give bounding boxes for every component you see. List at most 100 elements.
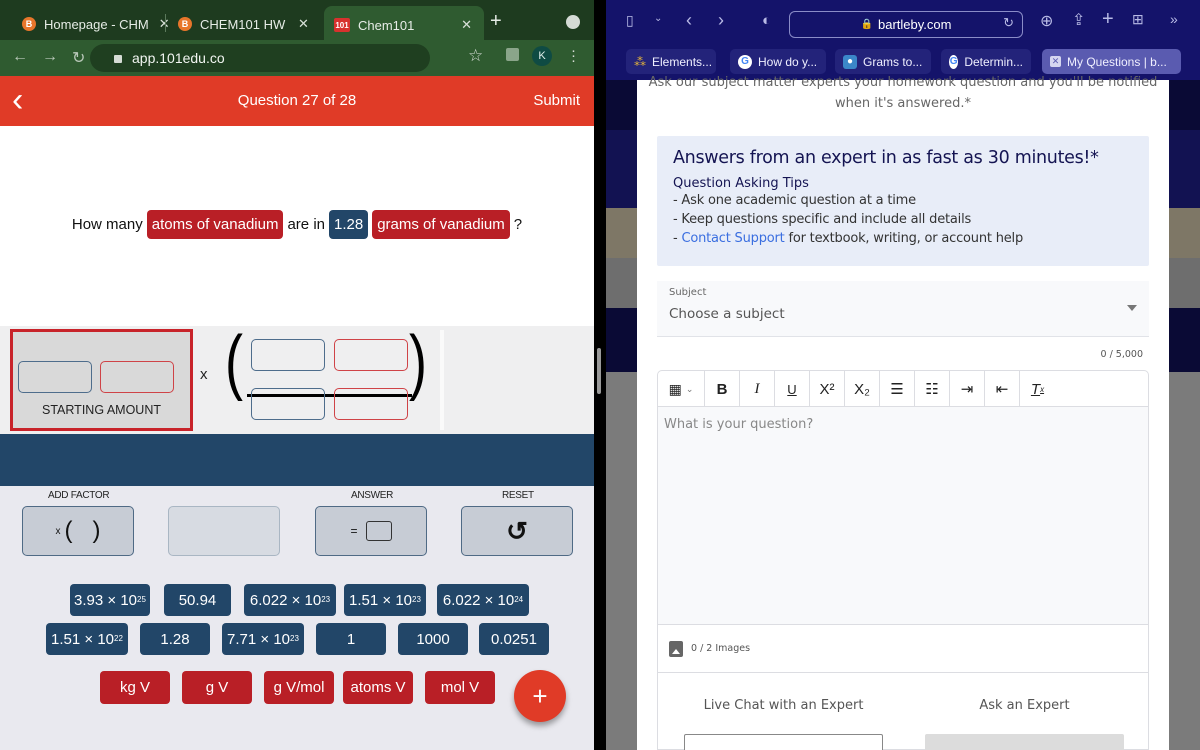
- lock-icon: 🔒: [860, 19, 873, 30]
- reset-button[interactable]: ↺: [461, 506, 573, 556]
- bookmark-grams-to[interactable]: ● Grams to...: [835, 49, 931, 74]
- bookmark-how-do-you[interactable]: G How do y...: [730, 49, 826, 74]
- chem101-favicon-icon: 101: [334, 18, 350, 32]
- bookmark-elements[interactable]: ⁂ Elements...: [626, 49, 716, 74]
- share-icon[interactable]: ⇪: [1072, 10, 1085, 30]
- empty-tool-slot: [168, 506, 280, 556]
- tab-chem101-hw[interactable]: B CHEM101 HW #4 & ✕: [178, 8, 309, 40]
- bookmark-star-icon[interactable]: ☆: [468, 46, 483, 66]
- outdent-icon[interactable]: ⇤: [985, 371, 1020, 407]
- number-token[interactable]: 0.0251: [479, 623, 549, 655]
- starting-value-slot[interactable]: [18, 361, 92, 393]
- starting-amount-box[interactable]: STARTING AMOUNT: [10, 329, 193, 431]
- unit-token[interactable]: g V: [182, 671, 252, 704]
- numerator-value-slot[interactable]: [251, 339, 325, 371]
- tab-overview-icon[interactable]: ⊞: [1132, 11, 1144, 28]
- bold-icon[interactable]: B: [705, 371, 740, 407]
- right-paren-icon: ): [408, 322, 427, 402]
- question-body: How many atoms of vanadium are in 1.28 g…: [0, 126, 594, 326]
- number-token[interactable]: 6.022 × 10 23: [244, 584, 336, 616]
- add-token-button[interactable]: +: [514, 670, 566, 722]
- image-upload-row[interactable]: 0 / 2 Images: [658, 625, 1148, 673]
- tips-box: Answers from an expert in as fast as 30 …: [657, 136, 1149, 266]
- downloads-icon[interactable]: ⊕: [1040, 11, 1053, 31]
- subscript-icon[interactable]: X₂: [845, 371, 880, 407]
- split-view-divider[interactable]: [594, 0, 606, 750]
- close-tab-icon[interactable]: ✕: [461, 17, 472, 33]
- numerator-unit-slot[interactable]: [334, 339, 408, 371]
- denominator-unit-slot[interactable]: [334, 388, 408, 420]
- submit-question-button[interactable]: [925, 734, 1124, 750]
- number-token[interactable]: 1.51 × 10 23: [344, 584, 426, 616]
- tip-item: - Ask one academic question at a time: [673, 193, 916, 208]
- privacy-shield-icon[interactable]: ◐: [762, 12, 771, 29]
- split-view-handle[interactable]: [597, 348, 601, 394]
- table-icon[interactable]: ▦ ⌄: [658, 371, 705, 407]
- safari-address-bar[interactable]: 🔒 bartleby.com ↻: [789, 11, 1023, 38]
- close-tab-icon[interactable]: ✕: [298, 16, 309, 32]
- chevron-down-icon[interactable]: ⌄: [654, 13, 662, 24]
- unit-token[interactable]: kg V: [100, 671, 170, 704]
- subject-label: Subject: [669, 287, 707, 298]
- tab-separator: [165, 14, 166, 32]
- bullet-list-icon[interactable]: ☰: [880, 371, 915, 407]
- contact-support-link[interactable]: Contact Support: [681, 231, 784, 246]
- number-token[interactable]: 1.28: [140, 623, 210, 655]
- target-unit-chip: atoms of vanadium: [146, 210, 284, 239]
- number-token[interactable]: 6.022 × 10 24: [437, 584, 529, 616]
- tab-search-icon[interactable]: [566, 15, 580, 29]
- number-token[interactable]: 1.51 × 10 22: [46, 623, 128, 655]
- back-chevron-icon[interactable]: ‹: [686, 10, 692, 31]
- live-chat-title: Live Chat with an Expert: [703, 698, 864, 713]
- new-tab-plus-icon[interactable]: +: [1102, 8, 1114, 31]
- undo-arrow-icon: ↺: [506, 515, 528, 546]
- sidebar-toggle-icon[interactable]: ▯: [626, 12, 634, 29]
- add-factor-button[interactable]: x ( ): [22, 506, 134, 556]
- tab-homepage[interactable]: B Homepage - CHM ✕: [22, 8, 170, 40]
- dropdown-caret-icon: [1127, 305, 1137, 311]
- question-textarea[interactable]: What is your question?: [658, 407, 1148, 625]
- unit-token[interactable]: atoms V: [343, 671, 413, 704]
- number-token[interactable]: 3.93 × 10 25: [70, 584, 150, 616]
- left-paren-icon: (: [224, 322, 243, 402]
- italic-icon[interactable]: I: [740, 371, 775, 407]
- numbered-list-icon[interactable]: ☷: [915, 371, 950, 407]
- underline-icon[interactable]: U: [775, 371, 810, 407]
- number-token[interactable]: 1000: [398, 623, 468, 655]
- number-token[interactable]: 7.71 × 10 23: [222, 623, 304, 655]
- given-unit-chip: grams of vanadium: [372, 210, 510, 239]
- editor-toolbar: ▦ ⌄ B I U X² X₂ ☰ ☷ ⇥ ⇤ Tx: [658, 371, 1148, 407]
- reload-icon[interactable]: ↻: [72, 48, 85, 68]
- question-editor: ▦ ⌄ B I U X² X₂ ☰ ☷ ⇥ ⇤ Tx What is your q…: [657, 370, 1149, 750]
- bookmark-determine[interactable]: G Determin...: [941, 49, 1031, 74]
- back-arrow-icon[interactable]: ←: [12, 48, 28, 66]
- forward-chevron-icon[interactable]: ›: [718, 10, 724, 31]
- address-bar[interactable]: app.101edu.co: [90, 44, 430, 72]
- superscript-icon[interactable]: X²: [810, 371, 845, 407]
- unit-token[interactable]: g V/mol: [264, 671, 334, 704]
- bookmark-my-questions[interactable]: ✕ My Questions | b...: [1042, 49, 1181, 74]
- subject-select[interactable]: Subject Choose a subject: [657, 281, 1149, 337]
- indent-icon[interactable]: ⇥: [950, 371, 985, 407]
- starting-unit-slot[interactable]: [100, 361, 174, 393]
- submit-button[interactable]: Submit: [533, 92, 580, 109]
- unit-token[interactable]: mol V: [425, 671, 495, 704]
- chem101-window: B Homepage - CHM ✕ B CHEM101 HW #4 & ✕ 1…: [0, 0, 594, 750]
- image-icon: [669, 640, 683, 657]
- number-token[interactable]: 1: [316, 623, 386, 655]
- denominator-value-slot[interactable]: [251, 388, 325, 420]
- more-chevrons-icon[interactable]: »: [1170, 11, 1178, 27]
- clear-format-icon[interactable]: Tx: [1020, 371, 1055, 407]
- new-tab-button[interactable]: +: [490, 10, 502, 33]
- reload-icon[interactable]: ↻: [1003, 15, 1014, 31]
- tab-chem101[interactable]: 101 Chem101 ✕: [324, 6, 484, 44]
- profile-avatar[interactable]: K: [532, 46, 552, 66]
- chrome-menu-icon[interactable]: · · ·: [571, 43, 576, 68]
- number-token[interactable]: 50.94: [164, 584, 231, 616]
- start-chat-button[interactable]: [684, 734, 883, 750]
- forward-arrow-icon[interactable]: →: [42, 48, 58, 66]
- extensions-puzzle-icon[interactable]: [506, 48, 519, 61]
- answer-button[interactable]: =: [315, 506, 427, 556]
- question-counter: Question 27 of 28: [237, 92, 357, 109]
- ask-question-modal: Ask our subject matter experts your home…: [637, 75, 1169, 750]
